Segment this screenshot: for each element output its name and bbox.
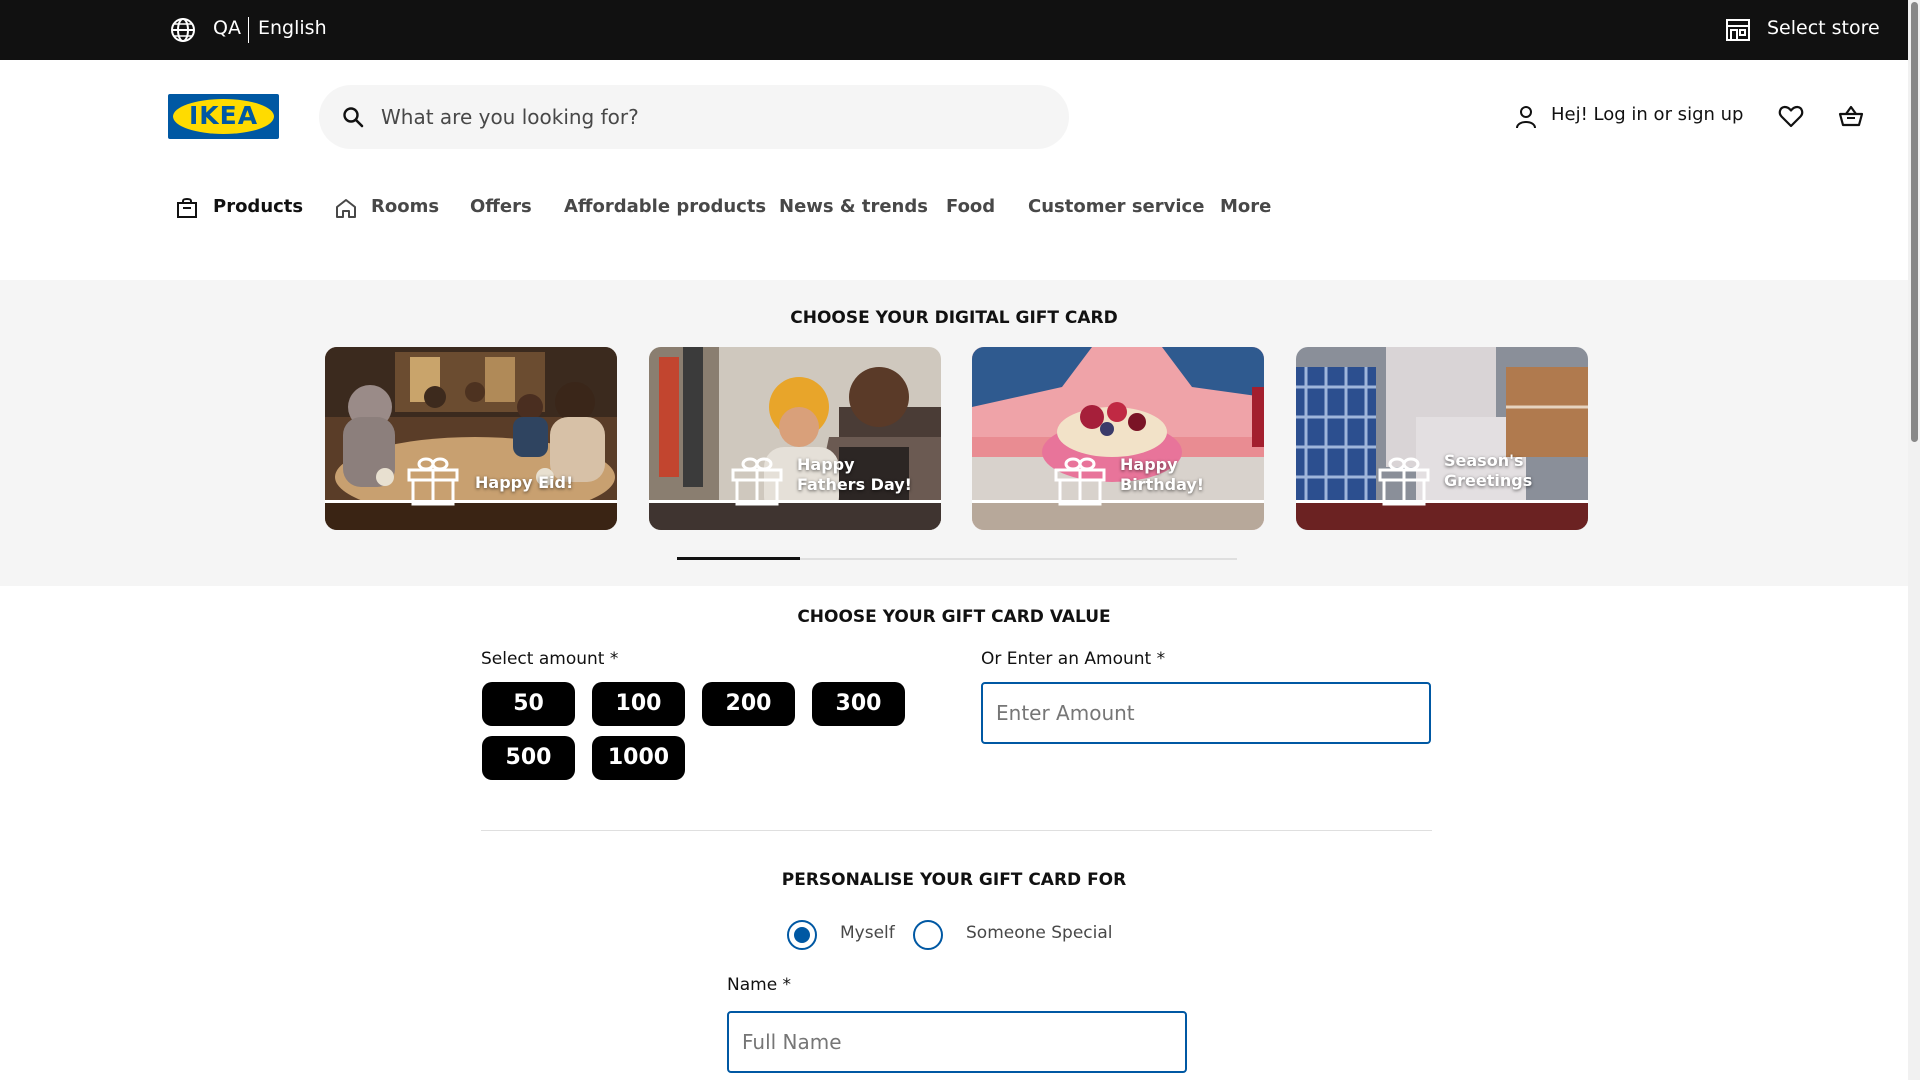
login-link[interactable]: Hej! Log in or sign up (1551, 104, 1743, 125)
gift-value-section-title: CHOOSE YOUR GIFT CARD VALUE (797, 607, 1111, 627)
carousel-scroll-thumb[interactable] (677, 557, 800, 560)
card-label: Happy Eid! (475, 473, 574, 492)
search-input[interactable] (381, 85, 1041, 149)
amount-button-50[interactable]: 50 (482, 682, 575, 726)
shopping-bag-icon (177, 197, 197, 218)
gift-card-birthday[interactable]: Happy Birthday! (972, 347, 1264, 530)
card-underline (325, 500, 617, 503)
amount-button-500[interactable]: 500 (482, 736, 575, 780)
card-underline (972, 500, 1264, 503)
card-underline (1296, 500, 1588, 503)
nav-offers[interactable]: Offers (470, 196, 532, 217)
radio-someone-special-label[interactable]: Someone Special (966, 923, 1113, 943)
enter-amount-label: Or Enter an Amount * (981, 649, 1166, 669)
gift-card-section-title: CHOOSE YOUR DIGITAL GIFT CARD (790, 308, 1118, 328)
logo-text: IKEA (188, 101, 259, 130)
gift-card-fathers-day[interactable]: Happy Fathers Day! (649, 347, 941, 530)
card-underline (649, 500, 941, 503)
card-label: Season's Greetings (1444, 451, 1533, 490)
name-label: Name * (727, 975, 792, 995)
personalise-section-title: PERSONALISE YOUR GIFT CARD FOR (781, 870, 1127, 890)
amount-button-200[interactable]: 200 (702, 682, 795, 726)
radio-selected-dot (794, 927, 810, 943)
radio-myself[interactable] (787, 920, 817, 950)
nav-news-trends[interactable]: News & trends (779, 196, 928, 217)
heart-icon[interactable] (1777, 102, 1805, 130)
top-bar: QA English Select store (0, 0, 1920, 60)
search-icon[interactable] (341, 105, 365, 129)
select-amount-label: Select amount * (481, 649, 619, 669)
select-store-link[interactable]: Select store (1767, 17, 1880, 39)
gift-icon (731, 457, 783, 506)
language-selector[interactable]: English (258, 17, 327, 39)
search-bar[interactable] (319, 85, 1069, 149)
ikea-logo[interactable]: IKEA (168, 94, 279, 139)
nav-food[interactable]: Food (946, 196, 995, 217)
gift-icon (1378, 457, 1430, 506)
gift-card-seasons-greetings[interactable]: Season's Greetings (1296, 347, 1588, 530)
page-scrollbar-thumb[interactable] (1911, 2, 1918, 442)
globe-icon[interactable] (169, 16, 197, 44)
language-separator (248, 17, 249, 43)
nav-affordable-products[interactable]: Affordable products (564, 196, 766, 217)
amount-button-100[interactable]: 100 (592, 682, 685, 726)
home-icon (336, 199, 356, 218)
user-icon[interactable] (1512, 103, 1540, 131)
amount-button-1000[interactable]: 1000 (592, 736, 685, 780)
country-code[interactable]: QA (213, 17, 241, 39)
amount-button-300[interactable]: 300 (812, 682, 905, 726)
gift-icon (407, 457, 459, 506)
nav-products[interactable]: Products (213, 196, 303, 217)
card-label: Happy Fathers Day! (797, 455, 912, 494)
shopping-basket-icon[interactable] (1837, 102, 1865, 130)
radio-someone-special[interactable] (913, 920, 943, 950)
radio-myself-label[interactable]: Myself (840, 923, 895, 943)
card-label: Happy Birthday! (1120, 455, 1205, 494)
gift-icon (1054, 457, 1106, 506)
enter-amount-input[interactable] (981, 682, 1431, 744)
section-divider (481, 830, 1432, 831)
nav-rooms[interactable]: Rooms (371, 196, 439, 217)
gift-card-eid[interactable]: Happy Eid! (325, 347, 617, 530)
nav-customer-service[interactable]: Customer service (1028, 196, 1204, 217)
nav-more[interactable]: More (1220, 196, 1271, 217)
full-name-input[interactable] (727, 1011, 1187, 1073)
store-icon[interactable] (1724, 16, 1752, 44)
